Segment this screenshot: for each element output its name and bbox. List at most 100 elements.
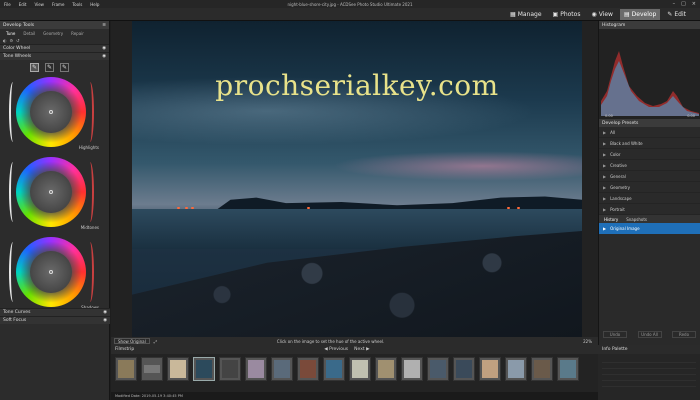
filmstrip-header: Filmstrip ◀ Previous Next ▶ bbox=[111, 345, 598, 354]
undo-all-button[interactable]: Undo All bbox=[637, 331, 662, 338]
section-toggle-icon[interactable]: ◉ bbox=[102, 54, 106, 59]
mode-photos-button[interactable]: ▣ Photos bbox=[549, 9, 585, 20]
preset-portrait[interactable]: ▶ Portrait bbox=[599, 204, 700, 215]
preset-all[interactable]: ▶ All bbox=[599, 127, 700, 138]
preset-general[interactable]: ▶ General bbox=[599, 171, 700, 182]
thumbnail[interactable] bbox=[115, 357, 137, 381]
reset-icon[interactable]: ↺ bbox=[16, 38, 19, 43]
highlights-saturation-arc[interactable] bbox=[86, 82, 94, 142]
mode-view-button[interactable]: ◉ View bbox=[587, 9, 617, 20]
soft-focus-section[interactable]: Soft Focus ◉ bbox=[0, 316, 110, 324]
tone-curves-section[interactable]: Tone Curves ◉ bbox=[0, 308, 110, 316]
preset-geometry[interactable]: ▶ Geometry bbox=[599, 182, 700, 193]
preset-creative[interactable]: ▶ Creative bbox=[599, 160, 700, 171]
section-toggle-icon[interactable]: ◉ bbox=[103, 310, 107, 315]
expand-icon[interactable]: ▶ bbox=[603, 196, 606, 201]
thumbnail[interactable] bbox=[271, 357, 293, 381]
history-step-icon: ▶ bbox=[603, 226, 607, 231]
thumbnail-active[interactable] bbox=[193, 357, 215, 381]
section-toggle-icon[interactable]: ◉ bbox=[102, 46, 106, 51]
highlights-wheel-handle[interactable] bbox=[49, 110, 53, 114]
maximize-icon[interactable]: □ bbox=[681, 1, 686, 7]
mode-manage-button[interactable]: ▦ Manage bbox=[506, 9, 546, 20]
previous-button[interactable]: ◀ Previous bbox=[324, 347, 348, 352]
expand-icon[interactable]: ▶ bbox=[603, 174, 606, 179]
develop-tools-title: Develop Tools bbox=[3, 22, 35, 28]
thumbnail[interactable] bbox=[427, 357, 449, 381]
tone-wheels-section[interactable]: Tone Wheels ◉ bbox=[0, 52, 109, 60]
photo-city-lights bbox=[177, 207, 557, 210]
eyedropper-plus-icon[interactable]: ✎ bbox=[45, 63, 54, 72]
thumbnail[interactable] bbox=[349, 357, 371, 381]
history-item-label: Original Image bbox=[610, 226, 640, 231]
thumbnail[interactable] bbox=[375, 357, 397, 381]
thumbnail[interactable] bbox=[479, 357, 501, 381]
show-original-button[interactable]: Show Original bbox=[114, 338, 150, 344]
menu-help[interactable]: Help bbox=[90, 2, 99, 7]
menu-tools[interactable]: Tools bbox=[72, 2, 82, 7]
expand-icon[interactable]: ▶ bbox=[603, 130, 606, 135]
midtones-wheel-handle[interactable] bbox=[49, 190, 53, 194]
expand-icon[interactable]: ▶ bbox=[603, 163, 606, 168]
shadows-wheel-block: Shadows bbox=[0, 234, 109, 314]
mode-edit-button[interactable]: ✎ Edit bbox=[663, 9, 690, 20]
tab-tune[interactable]: Tune bbox=[3, 31, 18, 36]
midtones-saturation-arc[interactable] bbox=[86, 162, 94, 222]
mode-develop-button[interactable]: ▤ Develop bbox=[619, 9, 661, 20]
menu-file[interactable]: File bbox=[4, 2, 11, 7]
minimize-icon[interactable]: – bbox=[673, 1, 676, 7]
expand-icon[interactable]: ▶ bbox=[603, 152, 606, 157]
thumbnail[interactable] bbox=[505, 357, 527, 381]
image-canvas[interactable]: prochserialkey.com bbox=[111, 21, 598, 337]
thumbnail[interactable] bbox=[557, 357, 579, 381]
menu-frame[interactable]: Frame bbox=[52, 2, 64, 7]
view-icon: ◉ bbox=[591, 11, 597, 18]
develop-tools-header: Develop Tools ≡ bbox=[0, 21, 109, 29]
shadows-wheel-handle[interactable] bbox=[49, 270, 53, 274]
thumbnail[interactable] bbox=[245, 357, 267, 381]
preset-color[interactable]: ▶ Color bbox=[599, 149, 700, 160]
thumbnail[interactable] bbox=[297, 357, 319, 381]
menu-edit[interactable]: Edit bbox=[19, 2, 27, 7]
tab-detail[interactable]: Detail bbox=[20, 31, 38, 36]
menu-view[interactable]: View bbox=[34, 2, 44, 7]
next-button[interactable]: Next ▶ bbox=[354, 347, 369, 352]
eyedropper-icon[interactable]: ✎ bbox=[30, 63, 39, 72]
thumbnail[interactable] bbox=[401, 357, 423, 381]
history-item-original[interactable]: ▶ Original Image bbox=[599, 223, 700, 234]
preset-black-and-white[interactable]: ▶ Black and White bbox=[599, 138, 700, 149]
tab-repair[interactable]: Repair bbox=[68, 31, 87, 36]
expand-icon[interactable]: ▶ bbox=[603, 141, 606, 146]
redo-button[interactable]: Redo bbox=[672, 331, 696, 338]
tab-snapshots[interactable]: Snapshots bbox=[624, 217, 649, 222]
thumbnail[interactable] bbox=[453, 357, 475, 381]
fit-icon[interactable]: ⤢ bbox=[154, 339, 157, 344]
expand-icon[interactable]: ▶ bbox=[603, 185, 606, 190]
expand-icon[interactable]: ▶ bbox=[603, 207, 606, 212]
thumbnail[interactable] bbox=[531, 357, 553, 381]
thumbnail[interactable] bbox=[323, 357, 345, 381]
auto-icon[interactable]: ◐ bbox=[3, 38, 7, 43]
section-toggle-icon[interactable]: ◉ bbox=[103, 318, 107, 323]
photos-icon: ▣ bbox=[552, 11, 559, 18]
info-palette-lines bbox=[598, 354, 700, 390]
thumbnail[interactable] bbox=[141, 357, 163, 381]
tab-history[interactable]: History bbox=[602, 217, 620, 222]
settings-icon[interactable]: ⚙ bbox=[10, 38, 14, 43]
thumbnail[interactable] bbox=[219, 357, 241, 381]
color-wheel-section[interactable]: Color Wheel ◉ bbox=[0, 44, 109, 52]
thumbnail[interactable] bbox=[167, 357, 189, 381]
edit-icon: ✎ bbox=[667, 11, 673, 18]
undo-button[interactable]: Undo bbox=[603, 331, 627, 338]
tab-geometry[interactable]: Geometry bbox=[40, 31, 66, 36]
mode-edit-label: Edit bbox=[674, 11, 686, 18]
zoom-level[interactable]: 22% bbox=[583, 339, 592, 344]
shadows-saturation-arc[interactable] bbox=[86, 242, 94, 302]
photo-preview[interactable]: prochserialkey.com bbox=[132, 21, 582, 337]
eyedropper-minus-icon[interactable]: ✎ bbox=[60, 63, 69, 72]
close-icon[interactable]: × bbox=[692, 1, 696, 7]
histogram-right-value: 0.00 bbox=[687, 114, 695, 118]
preset-landscape[interactable]: ▶ Landscape bbox=[599, 193, 700, 204]
panel-options-icon[interactable]: ≡ bbox=[102, 23, 106, 28]
photo-sunset-glow bbox=[332, 151, 582, 181]
